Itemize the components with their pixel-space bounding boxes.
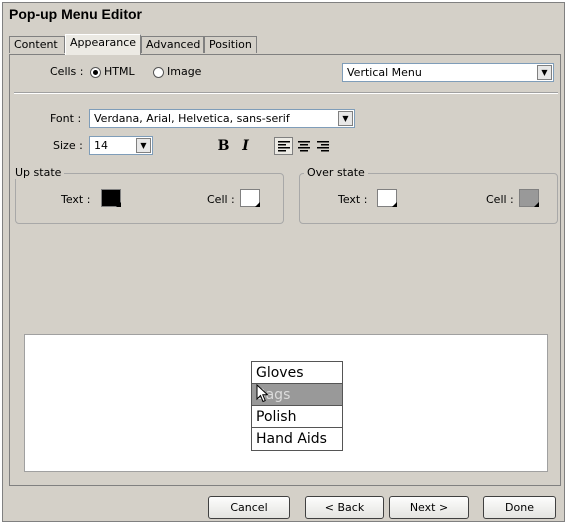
- up-text-color-swatch[interactable]: [101, 189, 121, 207]
- align-right-button[interactable]: [313, 137, 332, 155]
- preview-menu-item[interactable]: Gloves: [252, 362, 342, 384]
- menu-orientation-select[interactable]: Vertical Menu ▼: [342, 63, 554, 82]
- window-title: Pop-up Menu Editor: [9, 6, 142, 22]
- over-cell-label: Cell :: [486, 193, 514, 206]
- size-select[interactable]: 14 ▼: [89, 136, 153, 155]
- over-state-legend: Over state: [304, 166, 368, 179]
- up-text-label: Text :: [61, 193, 91, 206]
- cells-image-label[interactable]: Image: [167, 65, 201, 78]
- preview-menu: Gloves Bags Polish Hand Aids: [251, 361, 343, 451]
- done-button[interactable]: Done: [483, 496, 556, 519]
- preview-menu-item[interactable]: Hand Aids: [252, 428, 342, 450]
- align-center-icon: [297, 140, 310, 151]
- cells-html-label[interactable]: HTML: [104, 65, 135, 78]
- tab-content[interactable]: Content: [9, 36, 65, 53]
- size-label: Size :: [53, 139, 83, 152]
- tab-appearance[interactable]: Appearance: [65, 34, 141, 55]
- chevron-down-icon[interactable]: ▼: [136, 138, 151, 153]
- italic-button[interactable]: I: [236, 137, 255, 155]
- mouse-cursor-icon: [256, 384, 269, 403]
- cancel-button[interactable]: Cancel: [208, 496, 290, 519]
- appearance-panel: Cells : HTML Image Vertical Menu ▼ Font …: [9, 54, 561, 486]
- font-select[interactable]: Verdana, Arial, Helvetica, sans-serif ▼: [89, 109, 355, 128]
- menu-orientation-value: Vertical Menu: [347, 66, 422, 79]
- bold-button[interactable]: B: [214, 137, 233, 155]
- chevron-down-icon[interactable]: ▼: [338, 111, 353, 126]
- font-label: Font :: [50, 112, 82, 125]
- preview-menu-item[interactable]: Polish: [252, 406, 342, 428]
- menu-preview: Gloves Bags Polish Hand Aids: [24, 334, 548, 472]
- align-center-button[interactable]: [294, 137, 313, 155]
- next-button[interactable]: Next >: [389, 496, 469, 519]
- align-left-button[interactable]: [274, 137, 293, 155]
- cells-html-radio[interactable]: [90, 67, 101, 78]
- popup-menu-editor-window: Pop-up Menu Editor Content Appearance Ad…: [2, 2, 565, 522]
- cells-image-radio[interactable]: [153, 67, 164, 78]
- dropdown-corner-icon: [255, 202, 260, 207]
- back-button[interactable]: < Back: [305, 496, 384, 519]
- over-state-group: Over state Text : Cell :: [299, 166, 558, 224]
- up-state-legend: Up state: [12, 166, 65, 179]
- font-value: Verdana, Arial, Helvetica, sans-serif: [94, 112, 290, 125]
- size-value: 14: [94, 139, 108, 152]
- align-left-icon: [277, 140, 290, 151]
- up-state-group: Up state Text : Cell :: [12, 166, 284, 224]
- up-cell-color-swatch[interactable]: [240, 189, 260, 207]
- dropdown-corner-icon: [116, 202, 121, 207]
- dropdown-corner-icon: [392, 202, 397, 207]
- over-text-color-swatch[interactable]: [377, 189, 397, 207]
- tab-advanced[interactable]: Advanced: [141, 36, 204, 53]
- separator: [14, 92, 558, 94]
- over-text-label: Text :: [338, 193, 368, 206]
- over-cell-color-swatch[interactable]: [519, 189, 539, 207]
- up-cell-label: Cell :: [207, 193, 235, 206]
- align-right-icon: [316, 140, 329, 151]
- cells-label: Cells :: [50, 65, 84, 78]
- tab-position[interactable]: Position: [204, 36, 257, 53]
- chevron-down-icon[interactable]: ▼: [537, 65, 552, 80]
- dropdown-corner-icon: [534, 202, 539, 207]
